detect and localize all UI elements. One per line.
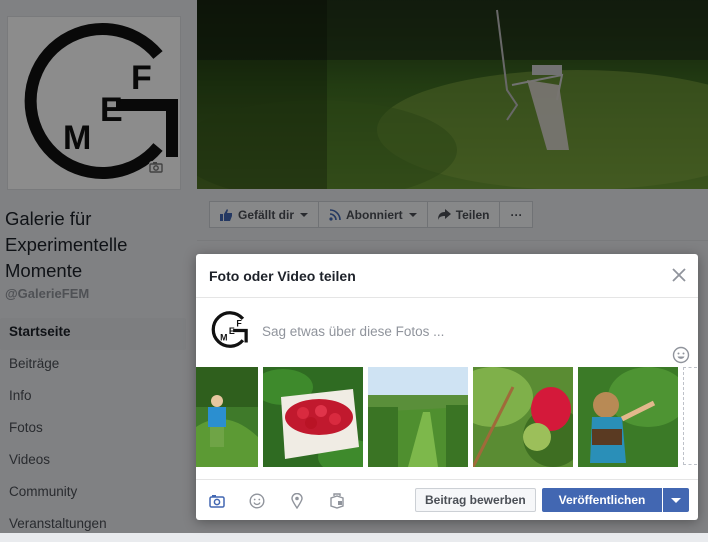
photo-thumbnail[interactable] xyxy=(263,367,363,467)
publish-button[interactable]: Veröffentlichen xyxy=(542,488,662,512)
close-icon[interactable] xyxy=(670,266,688,284)
svg-text:M: M xyxy=(220,333,227,343)
dialog-title: Foto oder Video teilen xyxy=(209,267,356,284)
emoji-icon[interactable] xyxy=(672,346,690,364)
photo-thumbnail[interactable] xyxy=(368,367,468,467)
composer: M E F xyxy=(196,298,698,368)
publish-options-button[interactable] xyxy=(663,488,689,512)
dialog-header: Foto oder Video teilen xyxy=(196,254,698,298)
chevron-down-icon xyxy=(671,497,681,503)
post-text-input[interactable] xyxy=(260,323,664,340)
photo-thumbnail[interactable] xyxy=(578,367,678,467)
photo-strip xyxy=(196,367,698,467)
boost-post-button[interactable]: Beitrag bewerben xyxy=(415,488,536,512)
avatar: M E F xyxy=(208,310,248,350)
photo-thumbnail[interactable] xyxy=(196,367,258,467)
location-pin-icon[interactable] xyxy=(288,492,306,510)
feeling-emoji-icon[interactable] xyxy=(248,492,266,510)
dialog-footer: Beitrag bewerben Veröffentlichen xyxy=(196,479,698,520)
add-photo-slot[interactable] xyxy=(683,367,697,465)
photo-camera-icon[interactable] xyxy=(208,492,226,510)
share-photo-dialog: Foto oder Video teilen M E F Sag etwas ü… xyxy=(196,254,698,520)
svg-text:F: F xyxy=(236,319,242,329)
photo-thumbnail[interactable] xyxy=(473,367,573,467)
tag-product-icon[interactable] xyxy=(328,492,346,510)
svg-text:E: E xyxy=(229,326,235,336)
